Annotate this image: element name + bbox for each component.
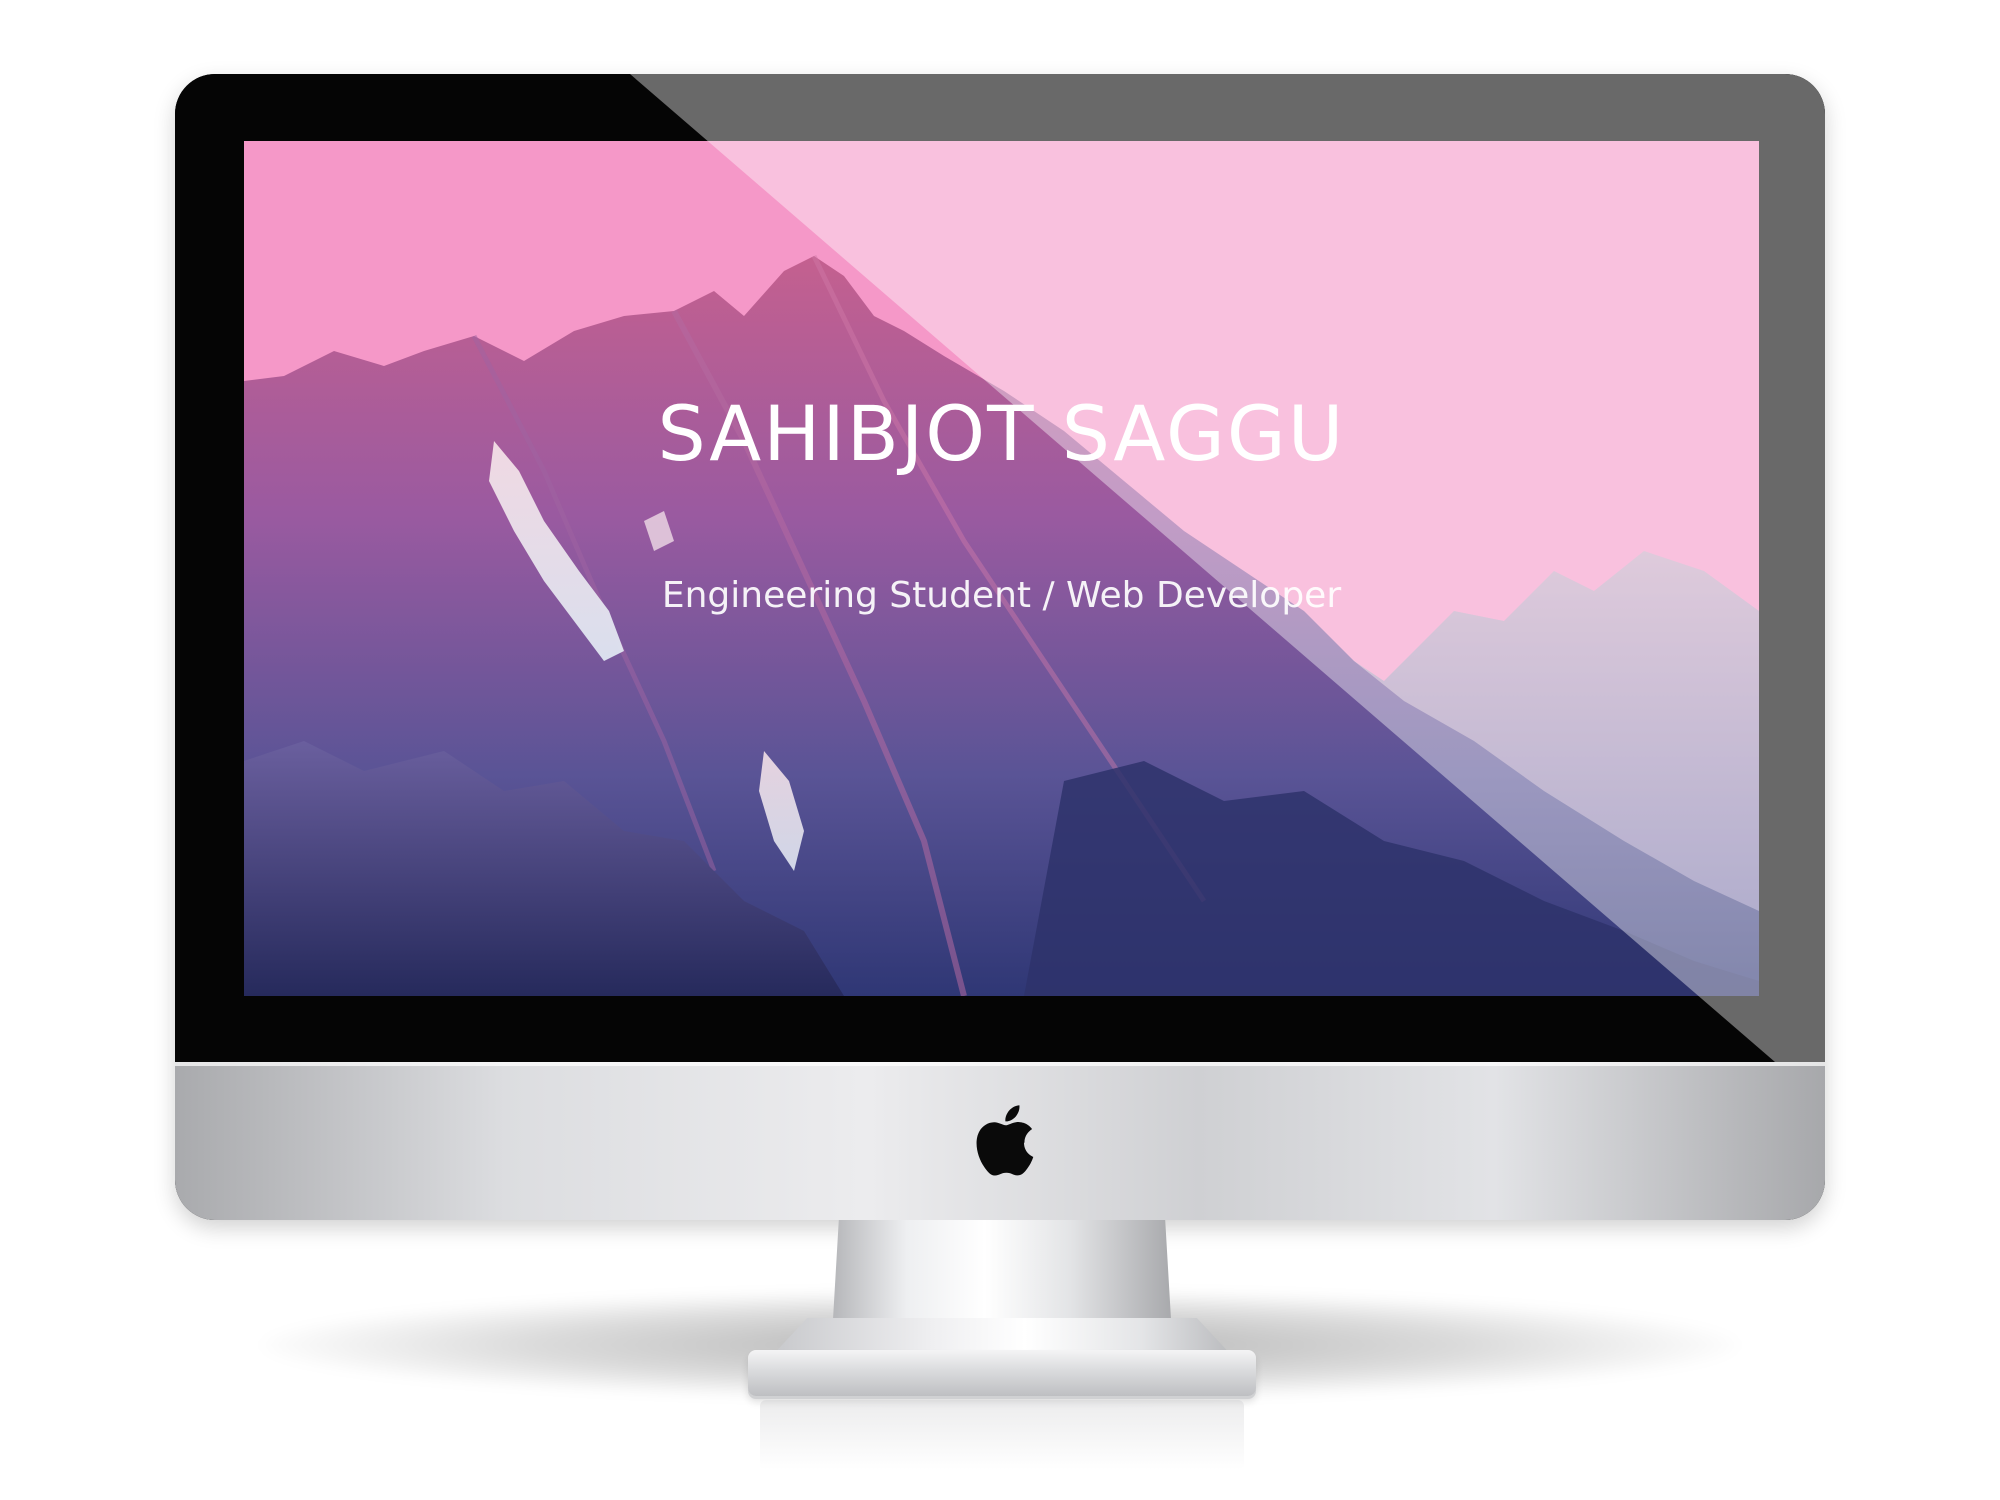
monitor: SAHIBJOT SAGGU Engineering Student / Web… [175, 74, 1825, 1220]
stand-reflection [760, 1400, 1244, 1470]
apple-logo-icon [976, 1105, 1034, 1176]
mountain-hero-image [244, 141, 1759, 996]
monitor-stand-base [748, 1350, 1256, 1396]
monitor-chin [175, 1062, 1825, 1220]
hero-title: SAHIBJOT SAGGU [657, 389, 1346, 478]
imac-mockup-scene: SAHIBJOT SAGGU Engineering Student / Web… [0, 0, 2000, 1500]
hero-subtitle: Engineering Student / Web Developer [661, 575, 1342, 616]
website-screen: SAHIBJOT SAGGU Engineering Student / Web… [244, 141, 1759, 996]
